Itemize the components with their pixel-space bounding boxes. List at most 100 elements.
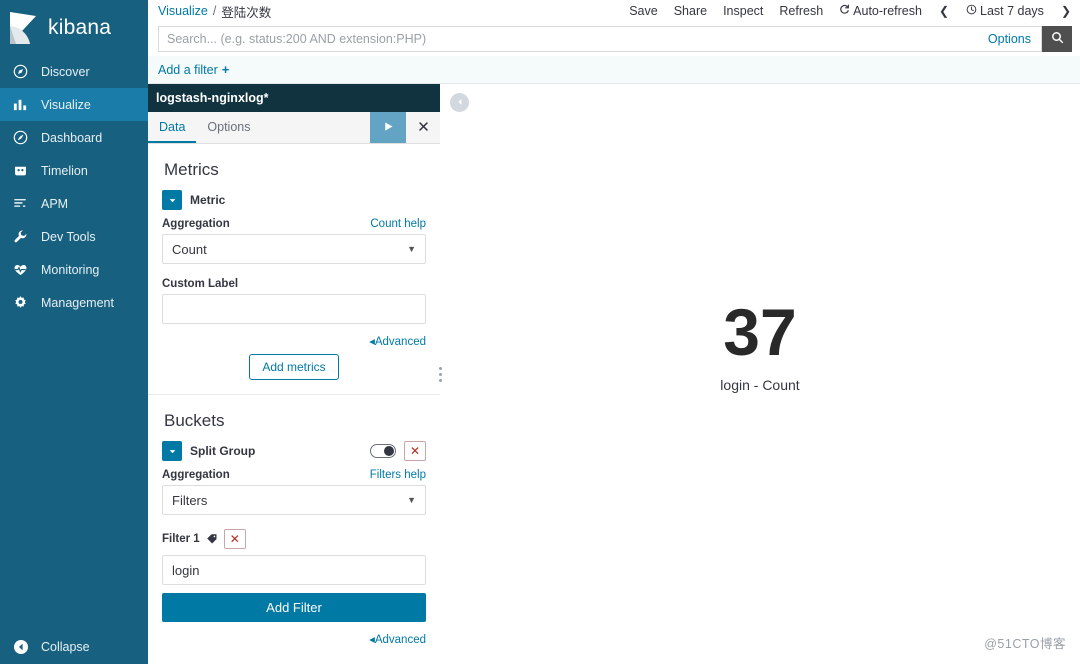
sidebar-item-monitoring[interactable]: Monitoring	[0, 253, 148, 286]
viz-collapse-button[interactable]	[450, 93, 469, 112]
tab-data[interactable]: Data	[148, 112, 197, 143]
bucket-aggregation-select[interactable]: Filters ▼	[162, 485, 426, 515]
refresh-button[interactable]: Refresh	[779, 4, 823, 18]
sidebar-item-label: APM	[41, 196, 69, 211]
breadcrumb-root[interactable]: Visualize	[158, 4, 208, 18]
sidebar-item-label: Dev Tools	[41, 229, 96, 244]
chevron-down-icon[interactable]	[162, 190, 182, 210]
add-metrics-row: Add metrics	[162, 354, 426, 380]
breadcrumb: Visualize / 登陆次数	[158, 2, 271, 21]
clock-icon	[966, 4, 977, 18]
brand-name: kibana	[48, 15, 112, 39]
chevron-left-icon	[455, 95, 465, 110]
sidebar-collapse-button[interactable]: Collapse	[0, 630, 148, 664]
sidebar-item-dashboard[interactable]: Dashboard	[0, 121, 148, 154]
sidebar-item-label: Discover	[41, 64, 90, 79]
refresh-icon	[839, 4, 850, 18]
sidebar-item-dev-tools[interactable]: Dev Tools	[0, 220, 148, 253]
sidebar-item-label: Visualize	[41, 97, 91, 112]
custom-label-label: Custom Label	[162, 278, 239, 290]
add-filter-label: Add a filter	[158, 62, 218, 77]
dashboard-icon	[12, 129, 29, 146]
compass-icon	[12, 63, 29, 80]
chevron-down-icon: ▼	[407, 495, 416, 505]
sidebar-item-label: Timelion	[41, 163, 88, 178]
filter-1-label: Filter 1	[162, 533, 200, 545]
bucket-agg-name: Split Group	[190, 444, 256, 458]
sidebar-item-label: Dashboard	[41, 130, 103, 145]
save-button[interactable]: Save	[629, 4, 658, 18]
auto-refresh-button[interactable]: Auto-refresh	[839, 4, 922, 18]
timelion-icon	[12, 162, 29, 179]
kibana-app: kibana Discover Visualize Dashboard Time…	[0, 0, 1080, 664]
remove-bucket-button[interactable]: ✕	[404, 441, 426, 461]
gear-icon	[12, 294, 29, 311]
filter-1-input[interactable]	[162, 555, 426, 585]
add-metrics-button[interactable]: Add metrics	[249, 354, 339, 380]
time-prev-button[interactable]: ❮	[938, 4, 950, 18]
filter-bar: Add a filter +	[148, 56, 1080, 84]
query-bar: Options	[148, 22, 1080, 56]
sidebar-item-label: Monitoring	[41, 262, 100, 277]
sidebar-item-management[interactable]: Management	[0, 286, 148, 319]
metric-advanced-label: Advanced	[374, 336, 426, 348]
global-nav-sidebar: kibana Discover Visualize Dashboard Time…	[0, 0, 148, 664]
time-next-button[interactable]: ❯	[1060, 4, 1072, 18]
add-a-filter-button[interactable]: Add a filter +	[158, 62, 229, 77]
breadcrumb-current: 登陆次数	[221, 5, 272, 20]
index-pattern-title: logstash-nginxlog*	[148, 84, 440, 112]
metric-aggregation-select[interactable]: Count ▼	[162, 234, 426, 264]
sidebar-item-timelion[interactable]: Timelion	[0, 154, 148, 187]
play-icon	[382, 120, 395, 136]
buckets-section-title: Buckets	[164, 411, 225, 430]
search-icon	[1051, 31, 1064, 47]
sidebar-item-discover[interactable]: Discover	[0, 55, 148, 88]
metric-agg-header: Metric	[162, 190, 426, 210]
tabs-spacer	[262, 112, 371, 143]
metric-value: 37	[723, 295, 797, 369]
apply-changes-button[interactable]	[370, 112, 406, 143]
bucket-advanced-row: ◂Advanced	[162, 632, 426, 646]
metric-advanced-link[interactable]: ◂Advanced	[369, 334, 426, 348]
collapse-label: Collapse	[41, 640, 90, 654]
metrics-section-title: Metrics	[164, 160, 219, 179]
plus-icon: +	[221, 62, 230, 77]
filters-help-link[interactable]: Filters help	[370, 469, 426, 481]
add-filter-button[interactable]: Add Filter	[162, 593, 426, 622]
watermark: @51CTO博客	[984, 637, 1066, 651]
chevron-down-icon[interactable]	[162, 441, 182, 461]
auto-refresh-label: Auto-refresh	[853, 4, 922, 18]
metric-advanced-row: ◂Advanced	[162, 334, 426, 348]
filter-1-header: Filter 1 ✕	[162, 529, 426, 549]
brand-logo[interactable]: kibana	[0, 0, 148, 55]
metric-label: login - Count	[720, 377, 800, 393]
sidebar-item-visualize[interactable]: Visualize	[0, 88, 148, 121]
workspace: logstash-nginxlog* Data Options Metrics …	[148, 84, 1080, 664]
inspect-button[interactable]: Inspect	[723, 4, 763, 18]
heartbeat-icon	[12, 261, 29, 278]
breadcrumb-separator: /	[212, 4, 217, 18]
share-button[interactable]: Share	[674, 4, 707, 18]
tab-options[interactable]: Options	[196, 112, 261, 143]
time-picker-button[interactable]: Last 7 days	[966, 4, 1044, 18]
metric-agg-name: Metric	[190, 193, 226, 207]
metric-inner: 37 login - Count	[720, 299, 799, 393]
tag-icon[interactable]	[206, 533, 218, 545]
drag-dots-icon	[438, 366, 442, 382]
search-submit-button[interactable]	[1042, 26, 1072, 52]
search-input[interactable]	[159, 27, 978, 51]
custom-label-input[interactable]	[162, 294, 426, 324]
wrench-icon	[12, 228, 29, 245]
custom-label-row: Custom Label	[162, 278, 426, 290]
editor-resize-handle[interactable]	[433, 84, 447, 664]
query-options-link[interactable]: Options	[978, 32, 1041, 46]
sidebar-item-apm[interactable]: APM	[0, 187, 148, 220]
count-help-link[interactable]: Count help	[370, 218, 426, 230]
split-group-toggle[interactable]	[370, 444, 396, 458]
remove-filter-1-button[interactable]: ✕	[223, 529, 246, 549]
bucket-advanced-link[interactable]: ◂Advanced	[369, 632, 426, 646]
metric-aggregation-row: Aggregation Count help	[162, 218, 426, 230]
bucket-aggregation-value: Filters	[172, 492, 208, 508]
